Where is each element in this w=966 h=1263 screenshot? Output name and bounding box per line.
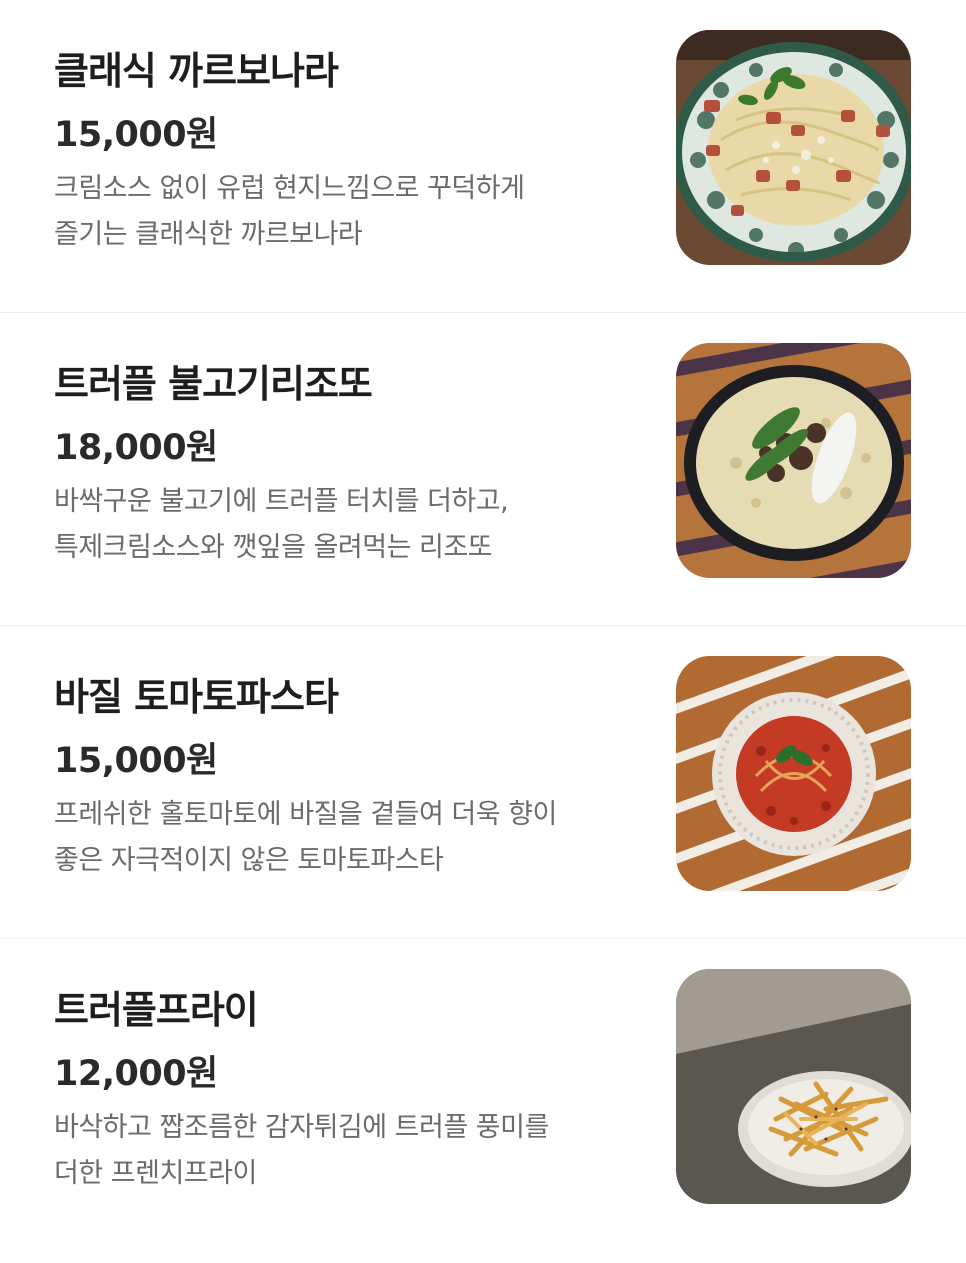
menu-item-price: 15,000원 — [54, 115, 218, 155]
menu-item-name: 클래식 까르보나라 — [54, 49, 339, 93]
fries-image — [676, 969, 911, 1204]
menu-item-name: 트러플 불고기리조또 — [54, 362, 373, 406]
description-line: 바싹구운 불고기에 트러플 터치를 더하고, — [54, 486, 509, 517]
menu-item-tomato-pasta[interactable]: 바질 토마토파스타 15,000원 프레쉬한 홀토마토에 바질을 곁들여 더욱 … — [0, 626, 966, 939]
tomato-pasta-photo[interactable] — [676, 656, 911, 891]
menu-item-description: 바삭하고 짭조름한 감자튀김에 트러플 풍미를 더한 프렌치프라이 — [54, 1105, 614, 1197]
menu-item-risotto[interactable]: 트러플 불고기리조또 18,000원 바싹구운 불고기에 트러플 터치를 더하고… — [0, 313, 966, 626]
carbonara-image — [676, 30, 911, 265]
menu-list: 클래식 까르보나라 15,000원 크림소스 없이 유럽 현지느낌으로 꾸덕하게… — [0, 0, 966, 1252]
menu-item-description: 프레쉬한 홀토마토에 바질을 곁들여 더욱 향이 좋은 자극적이지 않은 토마토… — [54, 792, 614, 884]
menu-item-description: 크림소스 없이 유럽 현지느낌으로 꾸덕하게 즐기는 클래식한 까르보나라 — [54, 166, 614, 258]
description-line: 더한 프렌치프라이 — [54, 1158, 257, 1189]
menu-item-price: 18,000원 — [54, 428, 218, 468]
description-line: 즐기는 클래식한 까르보나라 — [54, 219, 363, 250]
risotto-photo[interactable] — [676, 343, 911, 578]
menu-item-price: 12,000원 — [54, 1054, 218, 1094]
risotto-image — [676, 343, 911, 578]
description-line: 크림소스 없이 유럽 현지느낌으로 꾸덕하게 — [54, 173, 525, 204]
description-line: 바삭하고 짭조름한 감자튀김에 트러플 풍미를 — [54, 1112, 549, 1143]
menu-item-name: 트러플프라이 — [54, 988, 259, 1032]
menu-item-truffle-fries[interactable]: 트러플프라이 12,000원 바삭하고 짭조름한 감자튀김에 트러플 풍미를 더… — [0, 939, 966, 1252]
fries-photo[interactable] — [676, 969, 911, 1204]
carbonara-photo[interactable] — [676, 30, 911, 265]
menu-item-description: 바싹구운 불고기에 트러플 터치를 더하고, 특제크림소스와 깻잎을 올려먹는 … — [54, 479, 614, 571]
menu-item-price: 15,000원 — [54, 741, 218, 781]
description-line: 프레쉬한 홀토마토에 바질을 곁들여 더욱 향이 — [54, 799, 557, 830]
description-line: 좋은 자극적이지 않은 토마토파스타 — [54, 845, 444, 876]
tomato-pasta-image — [676, 656, 911, 891]
menu-item-name: 바질 토마토파스타 — [54, 675, 339, 719]
description-line: 특제크림소스와 깻잎을 올려먹는 리조또 — [54, 532, 493, 563]
menu-item-carbonara[interactable]: 클래식 까르보나라 15,000원 크림소스 없이 유럽 현지느낌으로 꾸덕하게… — [0, 0, 966, 313]
